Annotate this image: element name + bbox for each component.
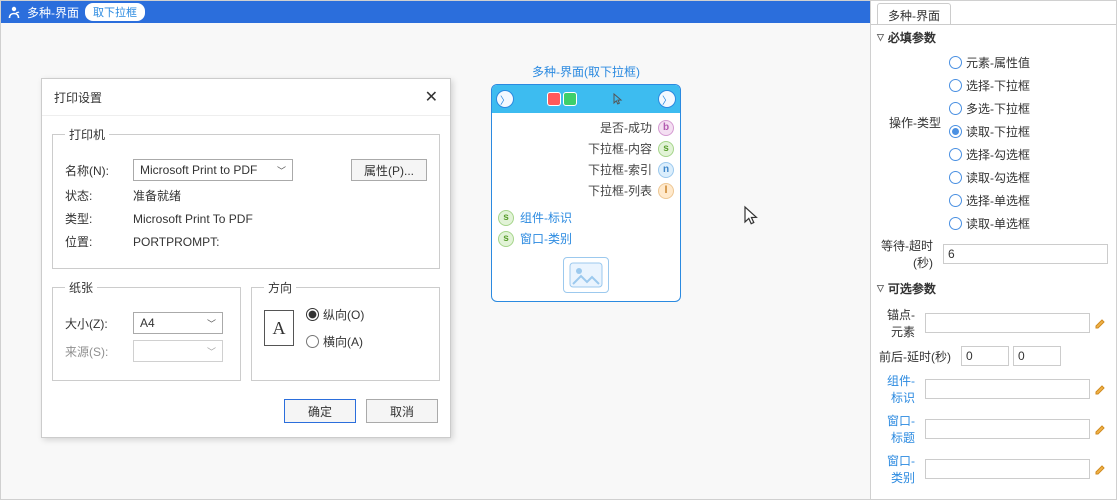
node-header: 〉 〉: [492, 85, 680, 113]
delay-label: 前后-延时(秒): [879, 348, 957, 365]
operation-type-option[interactable]: 选择-单选框: [949, 192, 1030, 209]
radio-icon: [949, 79, 962, 92]
edit-icon[interactable]: [1094, 382, 1108, 396]
operation-type-label: 操作-类型: [879, 54, 949, 131]
operation-type-option[interactable]: 读取-下拉框: [949, 123, 1030, 140]
node-input-port[interactable]: s窗口-类别: [492, 228, 680, 249]
optional-params-header[interactable]: ▽ 可选参数: [871, 276, 1116, 301]
orientation-fieldset: 方向 A 纵向(O) 横向(A): [251, 279, 440, 381]
name-label: 名称(N):: [65, 162, 125, 179]
size-label: 大小(Z):: [65, 315, 125, 332]
printer-legend: 打印机: [65, 126, 109, 143]
node-in-port[interactable]: 〉: [496, 90, 514, 108]
printer-name-value: Microsoft Print to PDF: [140, 163, 257, 177]
window-class-label[interactable]: 窗口-类别: [879, 452, 921, 486]
dialog-title: 打印设置: [54, 89, 102, 106]
page-preview-icon: A: [264, 310, 294, 346]
node-title: 多种-界面(取下拉框): [491, 63, 681, 80]
cancel-button[interactable]: 取消: [366, 399, 438, 423]
radio-icon: [949, 125, 962, 138]
radio-icon: [949, 102, 962, 115]
delay-before-input[interactable]: [961, 346, 1009, 366]
source-label: 来源(S):: [65, 343, 125, 360]
landscape-radio[interactable]: 横向(A): [306, 333, 364, 350]
main-canvas-area: 多种-界面 取下拉框 打印设置 ✕ 打印机 名称(N): Microsoft P…: [1, 1, 871, 499]
radio-icon: [949, 194, 962, 207]
radio-icon: [949, 217, 962, 230]
radio-icon: [949, 56, 962, 69]
operation-type-option[interactable]: 多选-下拉框: [949, 100, 1030, 117]
operation-type-option[interactable]: 读取-单选框: [949, 215, 1030, 232]
properties-panel: 多种-界面 ▽ 必填参数 操作-类型 元素-属性值选择-下拉框多选-下拉框读取-…: [871, 1, 1116, 499]
paper-source-combo: ﹀: [133, 340, 223, 362]
node-output-port[interactable]: 是否-成功b: [492, 117, 680, 138]
image-placeholder-icon: [563, 257, 609, 293]
side-tab[interactable]: 多种-界面: [877, 3, 951, 24]
node-output-port[interactable]: 下拉框-列表l: [492, 180, 680, 201]
paper-size-combo[interactable]: A4 ﹀: [133, 312, 223, 334]
mouse-cursor-icon: [743, 205, 761, 230]
node-out-port[interactable]: 〉: [658, 90, 676, 108]
collapse-icon: ▽: [877, 32, 884, 43]
type-badge-icon: s: [658, 141, 674, 157]
anchor-input[interactable]: [925, 313, 1090, 333]
node-type-icon: [547, 92, 577, 106]
node-output-port[interactable]: 下拉框-内容s: [492, 138, 680, 159]
component-id-label[interactable]: 组件-标识: [879, 372, 921, 406]
person-icon: [7, 5, 21, 19]
window-title-label[interactable]: 窗口-标题: [879, 412, 921, 446]
ribbon-pill: 取下拉框: [85, 3, 145, 21]
chevron-down-icon: ﹀: [277, 164, 286, 177]
type-badge-icon: s: [498, 231, 514, 247]
ok-button[interactable]: 确定: [284, 399, 356, 423]
paper-fieldset: 纸张 大小(Z): A4 ﹀ 来源(S): ﹀: [52, 279, 241, 381]
printer-fieldset: 打印机 名称(N): Microsoft Print to PDF ﹀ 属性(P…: [52, 126, 440, 269]
operation-type-option[interactable]: 元素-属性值: [949, 54, 1030, 71]
operation-type-option[interactable]: 选择-下拉框: [949, 77, 1030, 94]
edit-icon[interactable]: [1094, 422, 1108, 436]
edit-icon[interactable]: [1094, 316, 1108, 330]
radio-icon: [949, 171, 962, 184]
node-input-port[interactable]: s组件-标识: [492, 207, 680, 228]
edit-icon[interactable]: [1094, 462, 1108, 476]
operation-type-option[interactable]: 读取-勾选框: [949, 169, 1030, 186]
orient-legend: 方向: [264, 279, 296, 296]
chevron-down-icon: ﹀: [207, 317, 216, 330]
printer-name-combo[interactable]: Microsoft Print to PDF ﹀: [133, 159, 293, 181]
top-ribbon: 多种-界面 取下拉框: [1, 1, 870, 23]
status-label: 状态:: [65, 187, 125, 204]
type-badge-icon: l: [658, 183, 674, 199]
chevron-down-icon: ﹀: [207, 345, 216, 358]
status-value: 准备就绪: [133, 187, 181, 204]
node-output-port[interactable]: 下拉框-索引n: [492, 159, 680, 180]
paper-legend: 纸张: [65, 279, 97, 296]
type-badge-icon: b: [658, 120, 674, 136]
type-badge-icon: n: [658, 162, 674, 178]
close-icon[interactable]: ✕: [425, 87, 438, 107]
window-class-input[interactable]: [925, 459, 1090, 479]
flow-node[interactable]: 多种-界面(取下拉框) 〉 〉 是否-成功b下拉框-内容s下拉框-索引n下拉: [491, 63, 681, 302]
operation-type-option[interactable]: 选择-勾选框: [949, 146, 1030, 163]
portrait-radio[interactable]: 纵向(O): [306, 306, 364, 323]
cursor-icon: [611, 92, 625, 106]
component-id-input[interactable]: [925, 379, 1090, 399]
print-settings-dialog: 打印设置 ✕ 打印机 名称(N): Microsoft Print to PDF…: [41, 78, 451, 438]
type-value: Microsoft Print To PDF: [133, 212, 253, 226]
side-tab-bar: 多种-界面: [871, 1, 1116, 25]
properties-button[interactable]: 属性(P)...: [351, 159, 427, 181]
delay-after-input[interactable]: [1013, 346, 1061, 366]
window-title-input[interactable]: [925, 419, 1090, 439]
location-value: PORTPROMPT:: [133, 235, 219, 249]
anchor-label: 锚点-元素: [879, 306, 921, 340]
type-label: 类型:: [65, 210, 125, 227]
timeout-label: 等待-超时(秒): [879, 237, 939, 271]
location-label: 位置:: [65, 233, 125, 250]
timeout-input[interactable]: [943, 244, 1108, 264]
paper-size-value: A4: [140, 316, 155, 330]
collapse-icon: ▽: [877, 283, 884, 294]
ribbon-title: 多种-界面: [27, 4, 79, 21]
required-params-header[interactable]: ▽ 必填参数: [871, 25, 1116, 50]
radio-icon: [949, 148, 962, 161]
type-badge-icon: s: [498, 210, 514, 226]
